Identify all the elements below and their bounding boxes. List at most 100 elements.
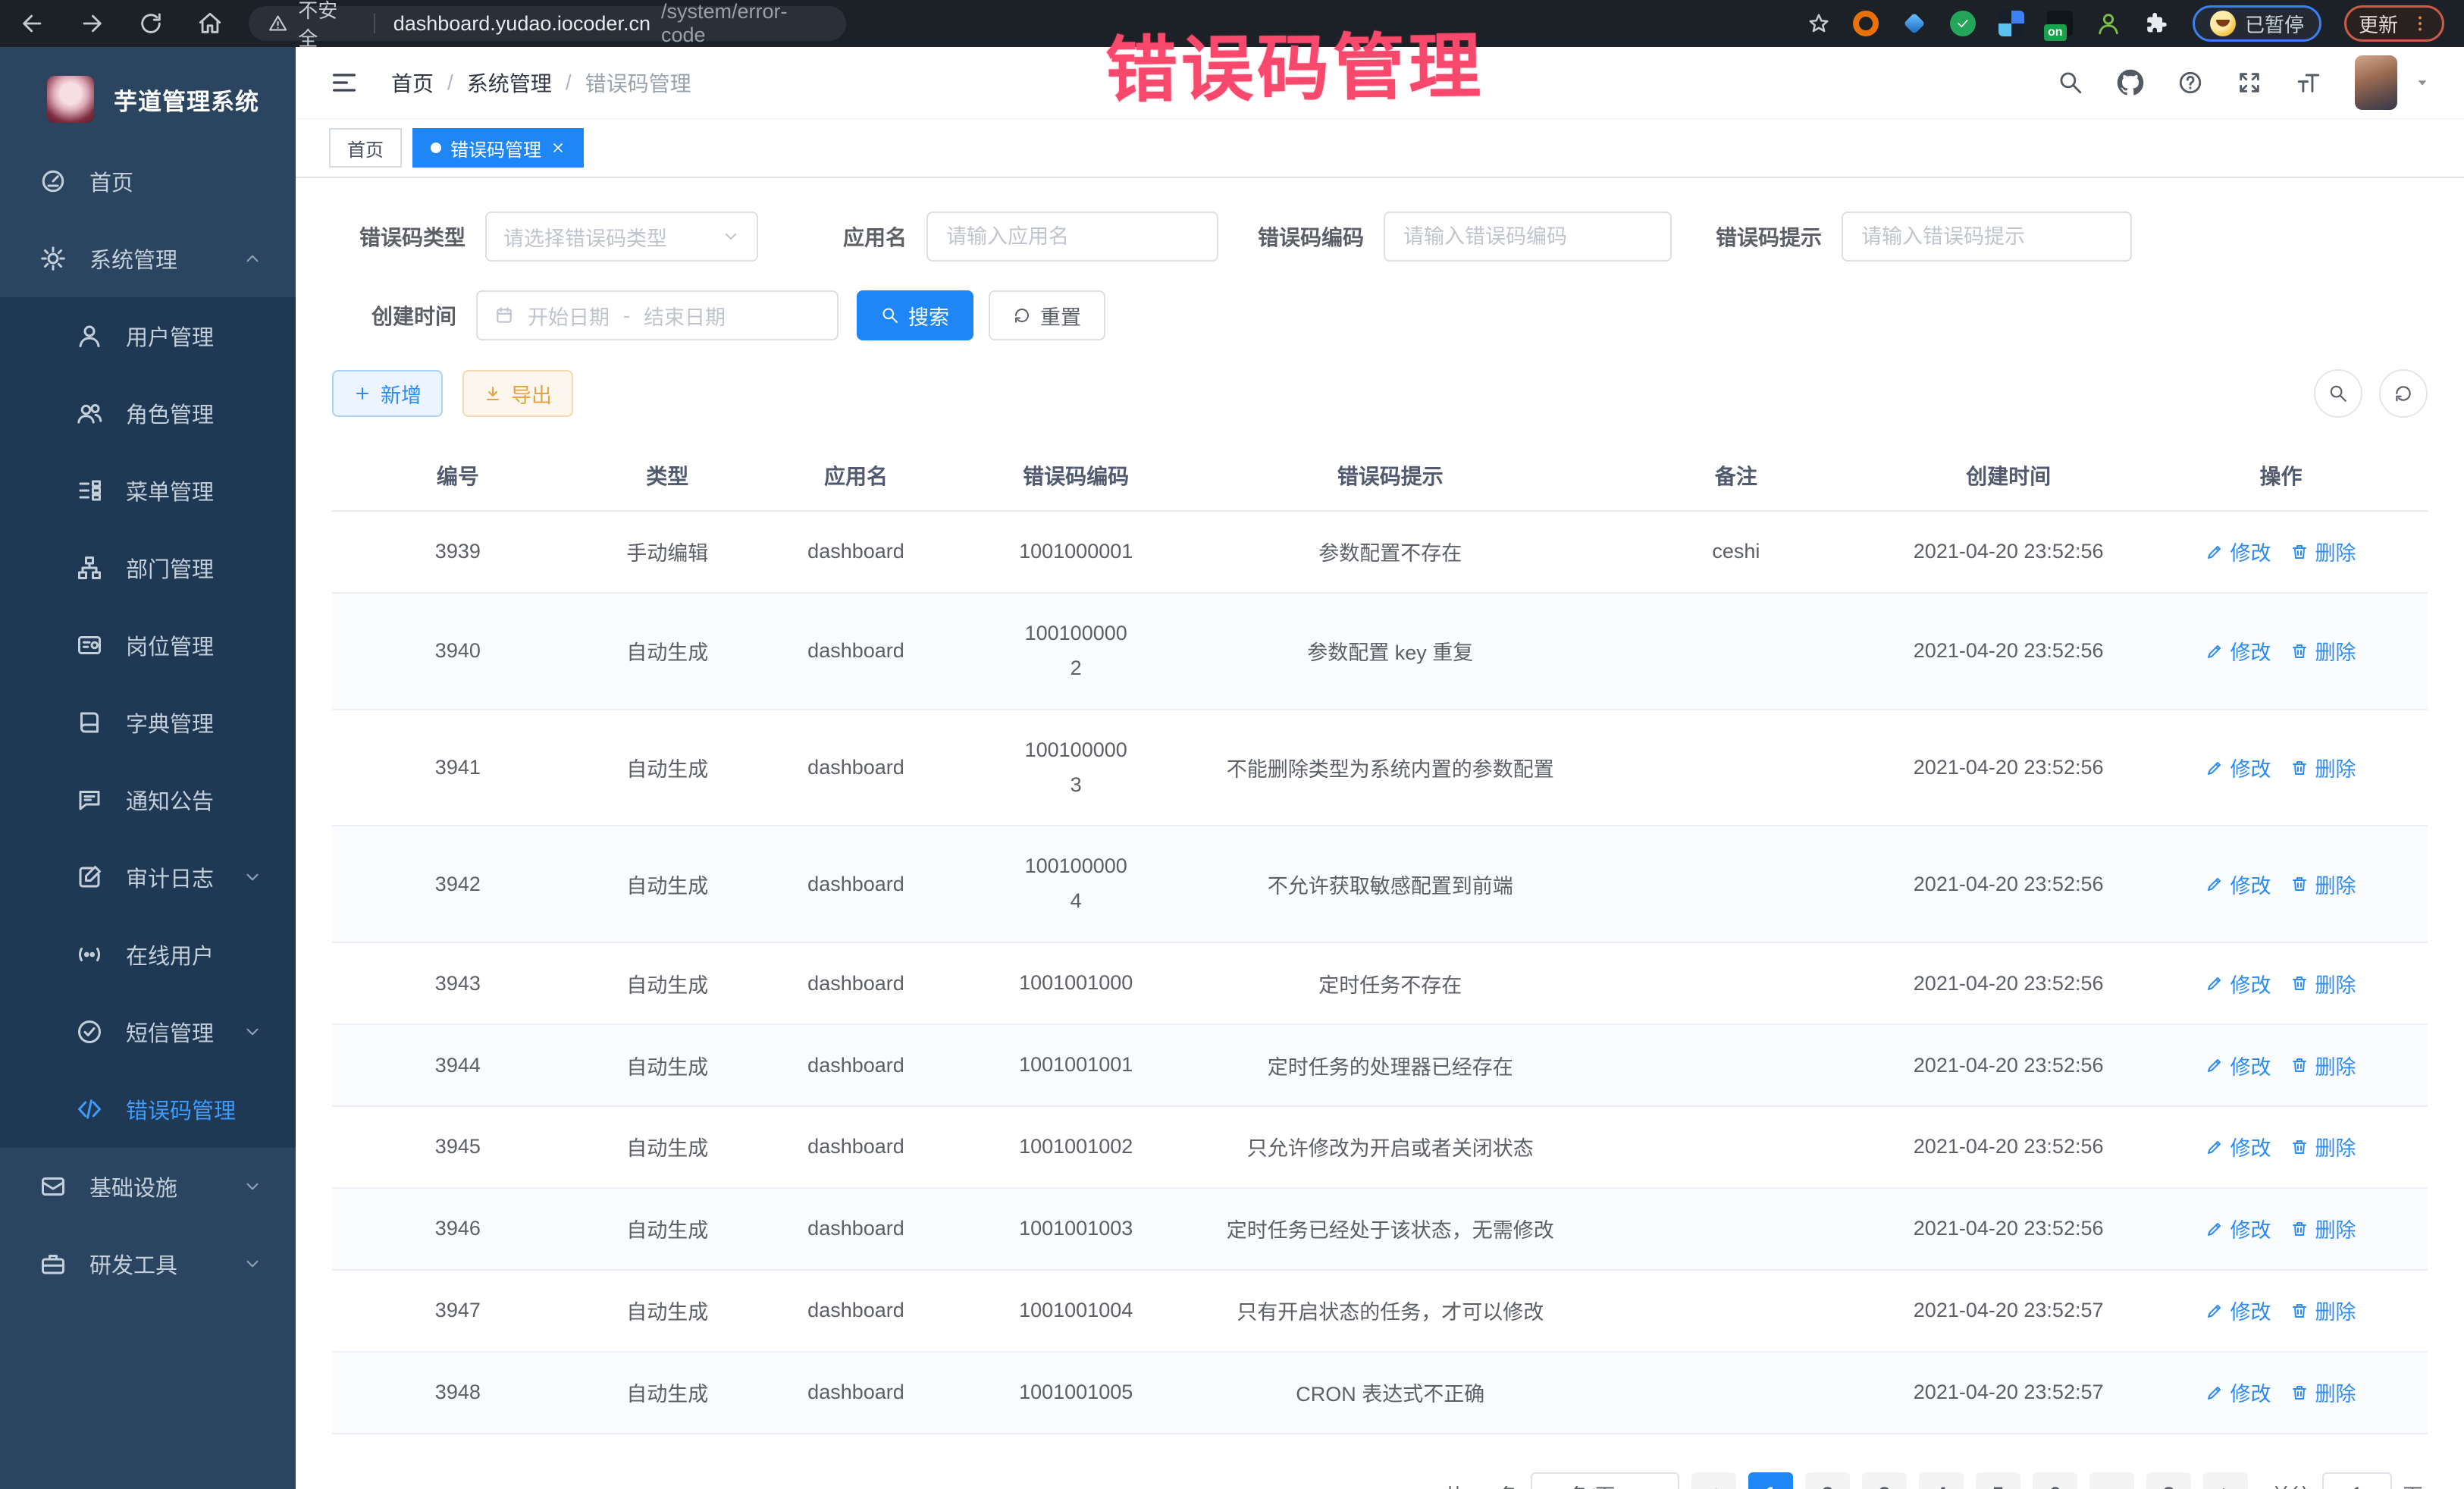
edit-link[interactable]: 修改: [2205, 1051, 2271, 1080]
active-tab-dot: [431, 143, 441, 153]
error-msg-input[interactable]: [1860, 224, 2114, 249]
sidebar-item-dictionary[interactable]: 字典管理: [0, 684, 296, 761]
delete-link[interactable]: 删除: [2290, 1051, 2356, 1080]
app-title: 芋道管理系统: [114, 83, 259, 117]
page-button-3[interactable]: 3: [1862, 1472, 1907, 1489]
date-range-picker[interactable]: 开始日期 - 结束日期: [476, 290, 839, 340]
help-icon[interactable]: [2177, 70, 2203, 96]
page-size-select[interactable]: 10条/页: [1531, 1472, 1679, 1489]
sidebar-logo[interactable]: 芋道管理系统: [0, 47, 296, 143]
font-size-icon[interactable]: [2296, 70, 2321, 96]
page-button-6[interactable]: 6: [2033, 1472, 2077, 1489]
prev-page-button[interactable]: [1691, 1472, 1736, 1489]
error-code-field: [1384, 212, 1672, 262]
extensions-puzzle-icon[interactable]: [2144, 11, 2170, 36]
edit-link[interactable]: 修改: [2205, 969, 2271, 998]
hamburger-icon[interactable]: [329, 67, 359, 98]
sidebar-item-users[interactable]: 用户管理: [0, 297, 296, 375]
delete-link[interactable]: 删除: [2290, 636, 2356, 666]
sidebar-item-sms[interactable]: 短信管理: [0, 993, 296, 1071]
page-button-8[interactable]: 8: [2146, 1472, 2191, 1489]
page-ellipsis[interactable]: •••: [2089, 1472, 2134, 1489]
github-icon[interactable]: [2117, 69, 2144, 96]
table-row: 3944自动生成dashboard1001001001定时任务的处理器已经存在2…: [332, 1024, 2428, 1106]
user-avatar[interactable]: [2355, 55, 2397, 110]
browser-menu-icon[interactable]: [2410, 14, 2430, 33]
edit-link[interactable]: 修改: [2205, 537, 2271, 566]
page-jump-input[interactable]: [2322, 1472, 2392, 1489]
page-button-1[interactable]: 1: [1748, 1472, 1793, 1489]
fullscreen-icon[interactable]: [2237, 70, 2262, 96]
page-button-5[interactable]: 5: [1976, 1472, 2020, 1489]
breadcrumb: 首页 / 系统管理 / 错误码管理: [391, 67, 691, 98]
edit-link[interactable]: 修改: [2205, 753, 2271, 782]
sidebar-item-notices[interactable]: 通知公告: [0, 761, 296, 839]
breadcrumb-system[interactable]: 系统管理: [467, 67, 552, 98]
avatar-caret-icon[interactable]: [2414, 74, 2431, 91]
edit-link[interactable]: 修改: [2205, 1214, 2271, 1243]
error-msg-field: [1842, 212, 2132, 262]
breadcrumb-home[interactable]: 首页: [391, 67, 434, 98]
export-button[interactable]: 导出: [462, 370, 573, 417]
sidebar-item-roles[interactable]: 角色管理: [0, 375, 296, 452]
forward-icon[interactable]: [79, 11, 105, 36]
delete-link[interactable]: 删除: [2290, 537, 2356, 566]
edit-link[interactable]: 修改: [2205, 1296, 2271, 1325]
refresh-table-button[interactable]: [2379, 369, 2428, 418]
refresh-icon: [1013, 306, 1031, 324]
browser-update-button[interactable]: 更新: [2344, 5, 2444, 42]
delete-link[interactable]: 删除: [2290, 1378, 2356, 1407]
address-bar[interactable]: 不安全 dashboard.yudao.iocoder.cn/system/er…: [249, 6, 846, 41]
edit-link[interactable]: 修改: [2205, 1378, 2271, 1407]
sidebar-item-error-code[interactable]: 错误码管理: [0, 1071, 296, 1148]
extension-icon-person[interactable]: [2096, 11, 2121, 36]
pencil-icon: [2205, 974, 2224, 992]
reload-icon[interactable]: [138, 11, 164, 36]
sidebar-item-audit-log[interactable]: 审计日志: [0, 839, 296, 916]
trash-icon: [2290, 642, 2309, 660]
delete-link[interactable]: 删除: [2290, 870, 2356, 899]
delete-link[interactable]: 删除: [2290, 1296, 2356, 1325]
search-button[interactable]: 搜索: [857, 290, 973, 340]
sidebar-item-departments[interactable]: 部门管理: [0, 529, 296, 607]
sidebar-item-home[interactable]: 首页: [0, 143, 296, 220]
add-button[interactable]: 新增: [332, 370, 443, 417]
chevron-up-icon: [243, 249, 262, 268]
show-search-toggle-button[interactable]: [2314, 369, 2362, 418]
tab-error-code[interactable]: 错误码管理: [412, 128, 584, 168]
profile-paused-pill[interactable]: 已暂停: [2193, 5, 2321, 42]
delete-link[interactable]: 删除: [2290, 969, 2356, 998]
error-type-select[interactable]: 请选择错误码类型: [485, 212, 758, 262]
delete-link[interactable]: 删除: [2290, 1132, 2356, 1161]
search-icon[interactable]: [2058, 70, 2083, 96]
error-code-input[interactable]: [1402, 224, 1654, 249]
extension-icon-green-check[interactable]: [1950, 11, 1976, 36]
sidebar-item-infrastructure[interactable]: 基础设施: [0, 1148, 296, 1225]
close-icon[interactable]: [550, 140, 566, 155]
page-button-4[interactable]: 4: [1919, 1472, 1964, 1489]
delete-link[interactable]: 删除: [2290, 1214, 2356, 1243]
bookmark-star-icon[interactable]: [1807, 12, 1830, 35]
back-icon[interactable]: [20, 11, 45, 36]
extension-icon-orange[interactable]: [1853, 11, 1879, 36]
sidebar-item-system[interactable]: 系统管理: [0, 220, 296, 297]
extension-icon-gem[interactable]: [1901, 11, 1927, 36]
tab-home[interactable]: 首页: [329, 128, 402, 168]
extension-icon-squares[interactable]: [1998, 11, 2024, 36]
app-name-input[interactable]: [945, 224, 1200, 249]
page-button-2[interactable]: 2: [1805, 1472, 1850, 1489]
extension-icon-tampermonkey[interactable]: on: [2047, 11, 2073, 36]
sidebar-item-online-users[interactable]: 在线用户: [0, 916, 296, 993]
table-row: 3948自动生成dashboard1001001005CRON 表达式不正确20…: [332, 1352, 2428, 1434]
delete-link[interactable]: 删除: [2290, 753, 2356, 782]
edit-link[interactable]: 修改: [2205, 636, 2271, 666]
edit-link[interactable]: 修改: [2205, 870, 2271, 899]
edit-link[interactable]: 修改: [2205, 1132, 2271, 1161]
sidebar-item-menus[interactable]: 菜单管理: [0, 452, 296, 529]
home-icon[interactable]: [197, 11, 223, 36]
sidebar-item-dev-tools[interactable]: 研发工具: [0, 1225, 296, 1302]
next-page-button[interactable]: [2203, 1472, 2248, 1489]
filter-row-1: 错误码类型 请选择错误码类型 应用名 错误码编码 错误码提示: [359, 212, 2428, 262]
reset-button[interactable]: 重置: [989, 290, 1105, 340]
sidebar-item-posts[interactable]: 岗位管理: [0, 607, 296, 684]
